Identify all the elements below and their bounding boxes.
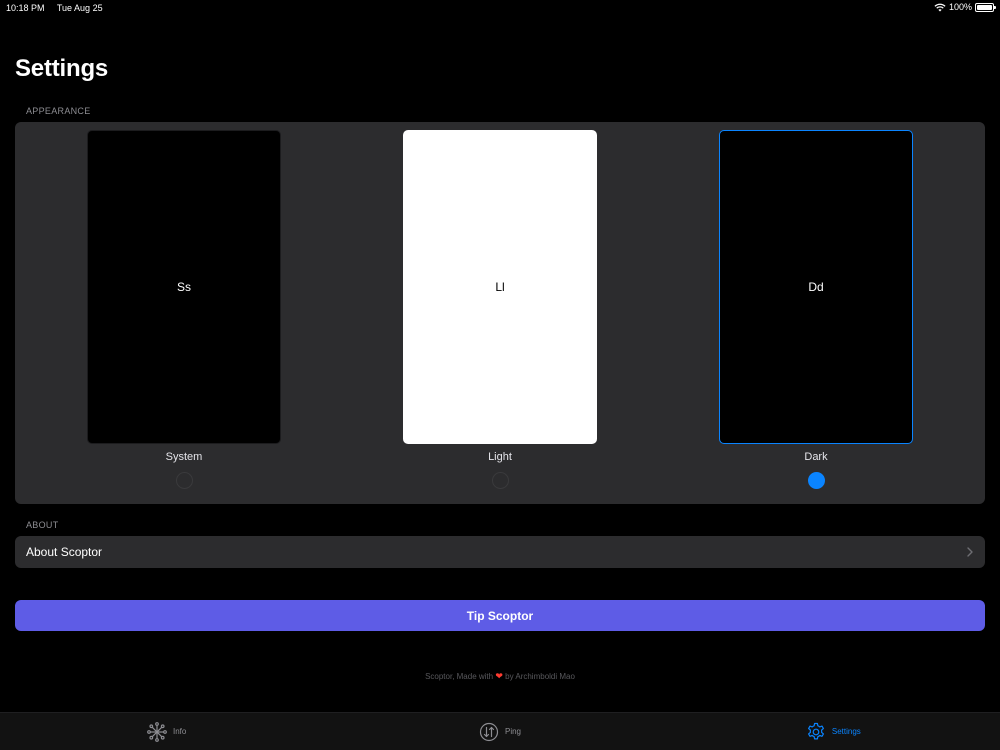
system-radio[interactable]: [175, 472, 193, 489]
dark-label: Dark: [804, 451, 828, 463]
system-label: System: [165, 451, 203, 463]
about-scoptor-row[interactable]: About Scoptor: [15, 536, 985, 568]
tab-settings[interactable]: Settings: [667, 713, 1000, 750]
tab-ping-label: Ping: [504, 727, 521, 736]
battery-icon: [975, 2, 996, 12]
light-preview[interactable]: Ll: [403, 130, 597, 444]
status-time: 10:18 PM: [6, 3, 45, 13]
arrows-updown-icon: [479, 722, 499, 741]
heart-icon: ❤: [495, 671, 503, 681]
about-scoptor-label: About Scoptor: [26, 545, 103, 559]
light-label: Light: [488, 451, 512, 463]
wifi-icon: [934, 3, 946, 11]
gear-icon: [807, 722, 824, 739]
settings-screen: 10:18 PM Tue Aug 25 100% Settings APPEAR…: [0, 0, 1000, 750]
appearance-card: Ss System Ll Light Dd Dark: [15, 122, 985, 504]
battery-percent: 100%: [948, 2, 972, 12]
light-radio[interactable]: [491, 472, 509, 489]
dark-preview[interactable]: Dd: [719, 130, 913, 444]
system-preview-text: Ss: [176, 280, 191, 294]
appearance-option-light[interactable]: Ll Light: [403, 130, 597, 489]
tab-info[interactable]: Info: [0, 713, 333, 750]
light-preview-text: Ll: [495, 280, 505, 294]
page-title: Settings: [15, 55, 109, 82]
tip-scoptor-button[interactable]: Tip Scoptor: [15, 600, 985, 631]
footer-suffix: by Archimboldi Mao: [505, 672, 575, 681]
system-preview[interactable]: Ss: [87, 130, 281, 444]
appearance-option-system[interactable]: Ss System: [87, 130, 281, 489]
appearance-option-dark[interactable]: Dd Dark: [719, 130, 913, 489]
appearance-section-header: APPEARANCE: [26, 106, 91, 116]
tab-info-label: Info: [172, 727, 187, 736]
status-bar: 10:18 PM Tue Aug 25 100%: [0, 0, 1000, 16]
tab-ping[interactable]: Ping: [333, 713, 666, 750]
status-date: Tue Aug 25: [56, 3, 103, 13]
asterisk-icon: [147, 721, 167, 742]
tab-settings-label: Settings: [831, 727, 861, 736]
dark-radio[interactable]: [807, 472, 825, 489]
about-section-header: ABOUT: [26, 520, 59, 530]
footer-credit: Scoptor, Made with ❤ by Archimboldi Mao: [0, 671, 1000, 682]
dark-preview-text: Dd: [808, 280, 824, 294]
chevron-right-icon: [967, 547, 973, 557]
footer-prefix: Scoptor, Made with: [425, 672, 494, 681]
tab-bar: Info Ping Settings: [0, 712, 1000, 750]
